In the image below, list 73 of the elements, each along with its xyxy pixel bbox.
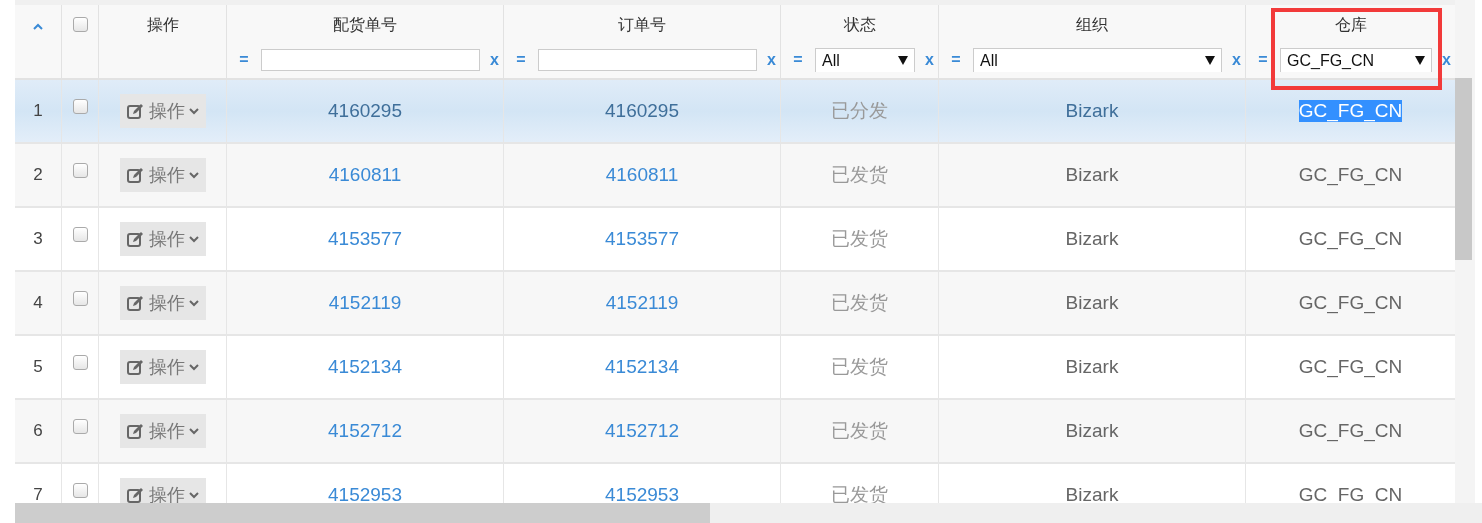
column-header: 操作 (146, 15, 179, 36)
table-row[interactable]: 1 操作 4160295 4160295 已分发 Bizark GC_FG_CN (15, 80, 1455, 144)
action-button[interactable]: 操作 (119, 94, 206, 128)
row-number: 7 (33, 485, 43, 503)
order-number-link[interactable]: 4160811 (605, 164, 679, 186)
action-button[interactable]: 操作 (119, 414, 206, 448)
clear-filter-button[interactable]: x (1442, 51, 1451, 69)
status-cell-text: 已发货 (831, 227, 888, 251)
clear-filter-button[interactable]: x (925, 51, 934, 69)
column-header: 组织 (1076, 15, 1108, 36)
table-row[interactable]: 5 操作 4152134 4152134 已发货 Bizark GC_FG_CN (15, 336, 1455, 400)
organization-cell: Bizark (1065, 484, 1119, 503)
order-number-link[interactable]: 4152953 (605, 484, 679, 503)
operator-label: = (515, 51, 527, 69)
shipment-number-link[interactable]: 4160295 (328, 100, 402, 122)
order-number-link[interactable]: 4152134 (605, 356, 679, 378)
order-number-link[interactable]: 4152712 (605, 420, 679, 442)
row-number: 1 (33, 101, 43, 121)
action-button[interactable]: 操作 (119, 478, 206, 503)
operator-label: = (238, 51, 250, 69)
order-number-link[interactable]: 4152119 (605, 292, 679, 314)
table-row[interactable]: 3 操作 4153577 4153577 已发货 Bizark GC_FG_CN (15, 208, 1455, 272)
organization-cell: Bizark (1065, 228, 1119, 250)
row-number: 2 (33, 165, 43, 185)
warehouse-cell: GC_FG_CN (1298, 292, 1403, 314)
action-button[interactable]: 操作 (119, 286, 206, 320)
status-cell-text: 已分发 (831, 99, 888, 123)
warehouse-cell: GC_FG_CN (1298, 420, 1403, 442)
shipment-number-link[interactable]: 4152119 (328, 292, 402, 314)
filter-dropdown[interactable]: GC_FG_CN (1280, 48, 1433, 72)
filter-dropdown[interactable]: All (973, 48, 1223, 72)
order-number-link[interactable]: 4160295 (605, 100, 679, 122)
warehouse-cell: GC_FG_CN (1298, 356, 1403, 378)
shipment-number-link[interactable]: 4152712 (328, 420, 402, 442)
column-header: 状态 (843, 15, 876, 36)
status-cell-text: 已发货 (831, 163, 888, 187)
organization-cell: Bizark (1065, 164, 1119, 186)
column-header: 订单号 (618, 15, 666, 36)
warehouse-cell: GC_FG_CN (1298, 484, 1403, 503)
table-row[interactable]: 4 操作 4152119 4152119 已发货 Bizark GC_FG_CN (15, 272, 1455, 336)
action-button[interactable]: 操作 (119, 350, 206, 384)
status-cell-text: 已发货 (831, 419, 888, 443)
filter-dropdown[interactable]: All (815, 48, 916, 72)
operator-label: = (792, 51, 804, 69)
clear-filter-button[interactable]: x (1232, 51, 1241, 69)
operator-label: = (1257, 51, 1269, 69)
row-number: 5 (33, 357, 43, 377)
shipment-number-link[interactable]: 4153577 (328, 228, 402, 250)
status-cell-text: 已发货 (831, 291, 888, 315)
operator-label: = (950, 51, 962, 69)
shipment-number-link[interactable]: 4152953 (328, 484, 402, 503)
organization-cell: Bizark (1065, 100, 1119, 122)
organization-cell: Bizark (1065, 292, 1119, 314)
table-row[interactable]: 2 操作 4160811 4160811 已发货 Bizark GC_FG_CN (15, 144, 1455, 208)
shipment-number-link[interactable]: 4160811 (328, 164, 402, 186)
warehouse-cell: GC_FG_CN (1298, 164, 1403, 186)
organization-cell: Bizark (1065, 420, 1119, 442)
row-number: 4 (33, 293, 43, 313)
organization-cell: Bizark (1065, 356, 1119, 378)
shipment-number-link[interactable]: 4152134 (328, 356, 402, 378)
clear-filter-button[interactable]: x (767, 51, 776, 69)
clear-filter-button[interactable]: x (490, 51, 499, 69)
status-cell-text: 已发货 (831, 355, 888, 379)
table-row[interactable]: 6 操作 4152712 4152712 已发货 Bizark GC_FG_CN (15, 400, 1455, 464)
warehouse-cell: GC_FG_CN (1298, 100, 1403, 122)
row-number: 3 (33, 229, 43, 249)
order-number-link[interactable]: 4153577 (605, 228, 679, 250)
warehouse-cell: GC_FG_CN (1298, 228, 1403, 250)
column-header: 仓库 (1334, 15, 1367, 36)
column-header: 配货单号 (333, 15, 397, 36)
action-button[interactable]: 操作 (119, 158, 206, 192)
action-button[interactable]: 操作 (119, 222, 206, 256)
row-number: 6 (33, 421, 43, 441)
